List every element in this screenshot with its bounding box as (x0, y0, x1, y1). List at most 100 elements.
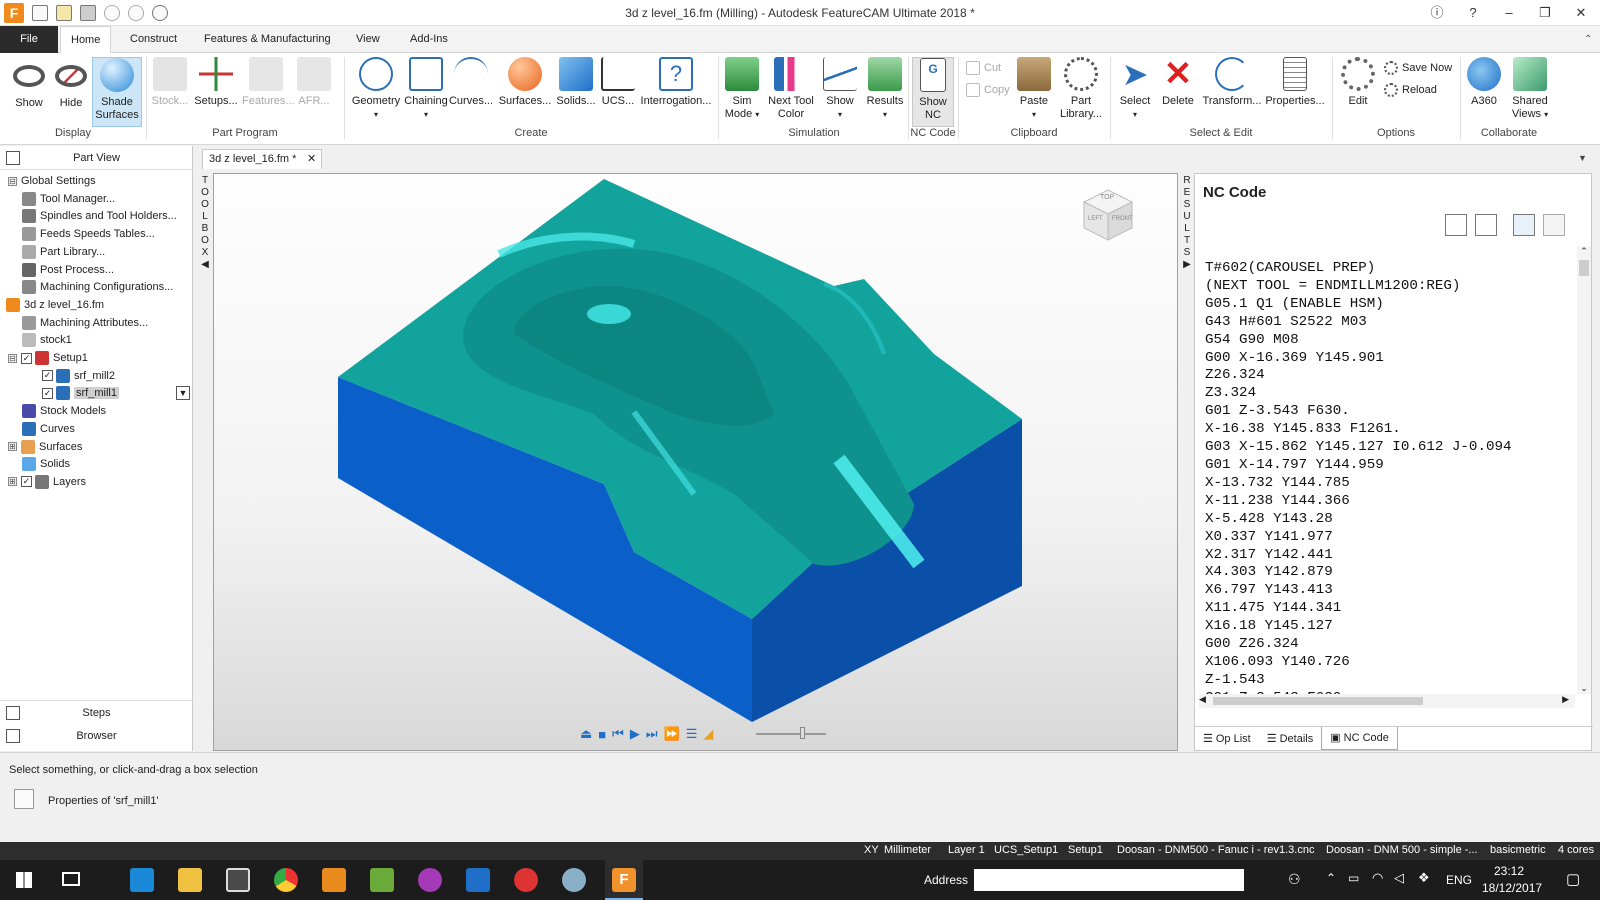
scroll-up-icon[interactable]: ⌃ (1577, 246, 1591, 257)
people-icon[interactable]: ⚇ (1288, 871, 1301, 888)
tab-nc-code[interactable]: ▣ NC Code (1321, 727, 1398, 750)
visibility-checkbox[interactable]: ✓ (21, 476, 32, 488)
notifications-icon[interactable]: ▢ (1566, 870, 1580, 888)
surfaces-button[interactable]: Surfaces... (498, 57, 552, 108)
clock-time[interactable]: 23:12 (1494, 864, 1524, 878)
nc-find-icon[interactable] (1445, 214, 1467, 236)
tab-features-manufacturing[interactable]: Features & Manufacturing (194, 26, 341, 53)
nc-code-line[interactable]: Z26.324 (1205, 367, 1575, 385)
nc-code-line[interactable]: Z3.324 (1205, 385, 1575, 403)
tree-item[interactable]: ✓ srf_mill1 ▼ (42, 384, 190, 402)
tree-item[interactable]: ⊞ Surfaces (8, 438, 82, 456)
scroll-left-icon[interactable]: ◀ (1199, 694, 1206, 705)
features-button[interactable]: Features... (242, 57, 295, 108)
curves-button[interactable]: Curves... (448, 57, 494, 108)
status-ucs[interactable]: UCS_Setup1 (994, 844, 1058, 856)
scroll-down-icon[interactable]: ⌄ (1577, 683, 1591, 694)
transform-button[interactable]: Transform... (1200, 57, 1264, 108)
sim-mode-button[interactable]: Sim Mode ▾ (722, 57, 762, 121)
nc-code-line[interactable]: Z-1.543 (1205, 672, 1575, 690)
solids-button[interactable]: Solids... (554, 57, 598, 108)
tree-item[interactable]: ⊟ Global Settings (8, 172, 96, 190)
help-question-icon[interactable]: ? (1458, 3, 1488, 23)
nc-refresh-icon[interactable] (1475, 214, 1497, 236)
tab-view[interactable]: View (346, 26, 390, 53)
speed-slider-thumb[interactable] (800, 727, 805, 739)
part-library-button[interactable]: Part Library... (1058, 57, 1104, 121)
nc-h-scroll-thumb[interactable] (1213, 697, 1423, 705)
status-cores[interactable]: 4 cores (1558, 844, 1594, 856)
tree-item[interactable]: Machining Attributes... (22, 314, 148, 332)
tree-item-dropdown-icon[interactable]: ▼ (176, 386, 190, 401)
windows-start-icon[interactable] (16, 872, 32, 888)
speed-slider-track[interactable] (756, 733, 826, 735)
maximize-button[interactable]: ❐ (1530, 3, 1560, 23)
next-tool-color-button[interactable]: Next Tool Color (764, 57, 818, 121)
expand-icon[interactable]: ⊞ (8, 442, 17, 451)
view-cube-left[interactable]: LEFT (1088, 216, 1103, 222)
tree-item[interactable]: Feeds Speeds Tables... (22, 225, 155, 243)
save-now-button[interactable]: Save Now (1384, 61, 1452, 75)
machined-part-render[interactable] (214, 174, 1177, 750)
nc-code-line[interactable]: X6.797 Y143.413 (1205, 582, 1575, 600)
delete-button[interactable]: ✕ Delete (1158, 57, 1198, 108)
apple-app-icon[interactable] (514, 868, 538, 892)
palette-app-icon[interactable] (562, 868, 586, 892)
status-plane[interactable]: XY (864, 844, 879, 856)
nc-save-icon[interactable] (1513, 214, 1535, 236)
interrogation-button[interactable]: ? Interrogation... (640, 57, 712, 108)
nc-code-line[interactable]: X-16.38 Y145.833 F1261. (1205, 421, 1575, 439)
tab-details[interactable]: ☰ Details (1259, 727, 1322, 750)
nc-code-line[interactable]: G00 Z26.324 (1205, 636, 1575, 654)
nc-code-line[interactable]: X4.303 Y142.879 (1205, 564, 1575, 582)
toolbox-strip[interactable]: T O O L B O X ◀ (198, 173, 212, 277)
shade-surfaces-button[interactable]: Shade Surfaces (92, 57, 142, 127)
expand-icon[interactable]: ⊞ (8, 477, 17, 487)
scroll-right-icon[interactable]: ▶ (1562, 694, 1569, 705)
step-options-icon[interactable]: ☰ (686, 726, 698, 742)
speed-icon[interactable]: ◢ (703, 726, 713, 742)
nc-code-line[interactable]: X-13.732 Y144.785 (1205, 475, 1575, 493)
copy-button[interactable]: Copy (966, 83, 1010, 97)
visibility-checkbox[interactable]: ✓ (42, 387, 53, 399)
nc-code-line[interactable]: G01 Z-3.543 F630. (1205, 403, 1575, 421)
status-tool-db[interactable]: basicmetric (1490, 844, 1546, 856)
show-nc-button[interactable]: G Show NC (912, 57, 954, 127)
a360-button[interactable]: A360 (1464, 57, 1504, 108)
paste-button[interactable]: Paste ▾ (1014, 57, 1054, 121)
tree-item[interactable]: 3d z level_16.fm (6, 296, 104, 314)
nc-code-line[interactable]: G00 X-16.369 Y145.901 (1205, 350, 1575, 368)
volume-icon[interactable]: ◁ (1394, 870, 1404, 886)
results-button[interactable]: Results ▾ (862, 57, 908, 121)
tray-chevron-icon[interactable]: ⌃ (1326, 871, 1336, 885)
chrome-icon[interactable] (274, 868, 298, 892)
steps-tab[interactable]: Steps (0, 707, 193, 719)
nc-scroll-thumb[interactable] (1579, 260, 1589, 276)
powerautomate-icon[interactable] (466, 868, 490, 892)
tab-file[interactable]: File (0, 26, 58, 53)
tree-item[interactable]: Post Process... (22, 261, 114, 279)
clock-date[interactable]: 18/12/2017 (1482, 881, 1542, 895)
ucs-button[interactable]: UCS... (600, 57, 636, 108)
eject-icon[interactable]: ⏏ (580, 726, 592, 742)
tab-add-ins[interactable]: Add-Ins (400, 26, 458, 53)
paint-app-icon[interactable] (418, 868, 442, 892)
help-circle-icon[interactable]: ⓘ (1422, 3, 1452, 23)
wifi-icon[interactable]: ◠ (1372, 870, 1383, 886)
cut-button[interactable]: Cut (966, 61, 1001, 75)
nc-code-line[interactable]: X2.317 Y142.441 (1205, 547, 1575, 565)
geometry-button[interactable]: Geometry ▾ (350, 57, 402, 121)
nc-code-line[interactable]: G43 H#601 S2522 M03 (1205, 314, 1575, 332)
browser-tab[interactable]: Browser (0, 730, 193, 742)
nc-code-line[interactable]: G01 X-14.797 Y144.959 (1205, 457, 1575, 475)
file-explorer-icon[interactable] (178, 868, 202, 892)
language-indicator[interactable]: ENG (1446, 873, 1472, 887)
tab-home[interactable]: Home (60, 26, 112, 54)
properties-icon[interactable] (14, 789, 34, 809)
tree-item[interactable]: Solids (22, 455, 70, 473)
dropbox-icon[interactable]: ❖ (1418, 870, 1430, 886)
nc-code-listing[interactable]: T#602(CAROUSEL PREP) (NEXT TOOL = ENDMILL… (1205, 260, 1575, 708)
select-button[interactable]: ➤ Select ▾ (1114, 57, 1156, 121)
view-cube-top[interactable]: TOP (1100, 194, 1114, 201)
stop-icon[interactable]: ■ (598, 727, 606, 742)
